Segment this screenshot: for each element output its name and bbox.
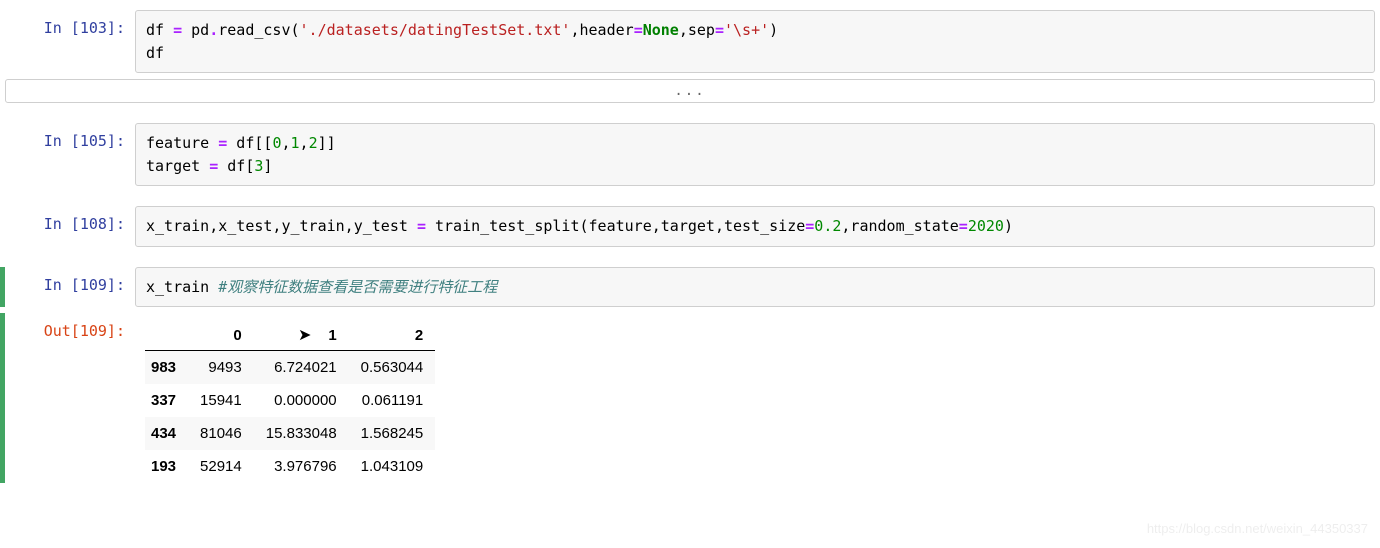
output-area-109: ➤ 0 1 2 983 9493 6.724021 0.563044 337: [135, 313, 1375, 483]
cell-value: 0.000000: [254, 384, 349, 417]
cell-value: 81046: [188, 417, 254, 450]
cell-108[interactable]: In [108]: x_train,x_test,y_train,y_test …: [0, 206, 1380, 247]
row-index: 434: [145, 417, 188, 450]
prompt-out-109: Out[109]:: [5, 313, 135, 483]
cell-103[interactable]: In [103]: df = pd.read_csv('./datasets/d…: [0, 10, 1380, 73]
cell-value: 3.976796: [254, 450, 349, 483]
col-header: 1: [254, 321, 349, 351]
prompt-in-105: In [105]:: [5, 123, 135, 186]
cell-value: 9493: [188, 351, 254, 385]
cell-value: 15941: [188, 384, 254, 417]
col-header: 2: [349, 321, 436, 351]
cell-105[interactable]: In [105]: feature = df[[0,1,2]] target =…: [0, 123, 1380, 186]
code-input-109[interactable]: x_train #观察特征数据查看是否需要进行特征工程: [135, 267, 1375, 308]
prompt-in-108: In [108]:: [5, 206, 135, 247]
cell-109[interactable]: In [109]: x_train #观察特征数据查看是否需要进行特征工程: [0, 267, 1380, 308]
watermark: https://blog.csdn.net/weixin_44350337: [1147, 521, 1368, 536]
dataframe-table: 0 1 2 983 9493 6.724021 0.563044 337 159…: [145, 321, 435, 483]
col-header: 0: [188, 321, 254, 351]
cell-value: 0.061191: [349, 384, 436, 417]
prompt-in-103: In [103]:: [5, 10, 135, 73]
collapsed-output-103[interactable]: ...: [5, 79, 1375, 103]
prompt-in-109: In [109]:: [5, 267, 135, 308]
cell-value: 6.724021: [254, 351, 349, 385]
code-input-105[interactable]: feature = df[[0,1,2]] target = df[3]: [135, 123, 1375, 186]
cell-value: 0.563044: [349, 351, 436, 385]
table-row: 337 15941 0.000000 0.061191: [145, 384, 435, 417]
code-input-103[interactable]: df = pd.read_csv('./datasets/datingTestS…: [135, 10, 1375, 73]
row-index: 193: [145, 450, 188, 483]
row-index: 337: [145, 384, 188, 417]
table-row: 983 9493 6.724021 0.563044: [145, 351, 435, 385]
cell-value: 1.568245: [349, 417, 436, 450]
table-row: 193 52914 3.976796 1.043109: [145, 450, 435, 483]
cell-109-output: Out[109]: ➤ 0 1 2 983 9493 6.724021 0.56…: [0, 313, 1380, 483]
code-input-108[interactable]: x_train,x_test,y_train,y_test = train_te…: [135, 206, 1375, 247]
table-header-row: 0 1 2: [145, 321, 435, 351]
cell-value: 15.833048: [254, 417, 349, 450]
cell-value: 52914: [188, 450, 254, 483]
table-corner: [145, 321, 188, 351]
cell-value: 1.043109: [349, 450, 436, 483]
row-index: 983: [145, 351, 188, 385]
table-row: 434 81046 15.833048 1.568245: [145, 417, 435, 450]
